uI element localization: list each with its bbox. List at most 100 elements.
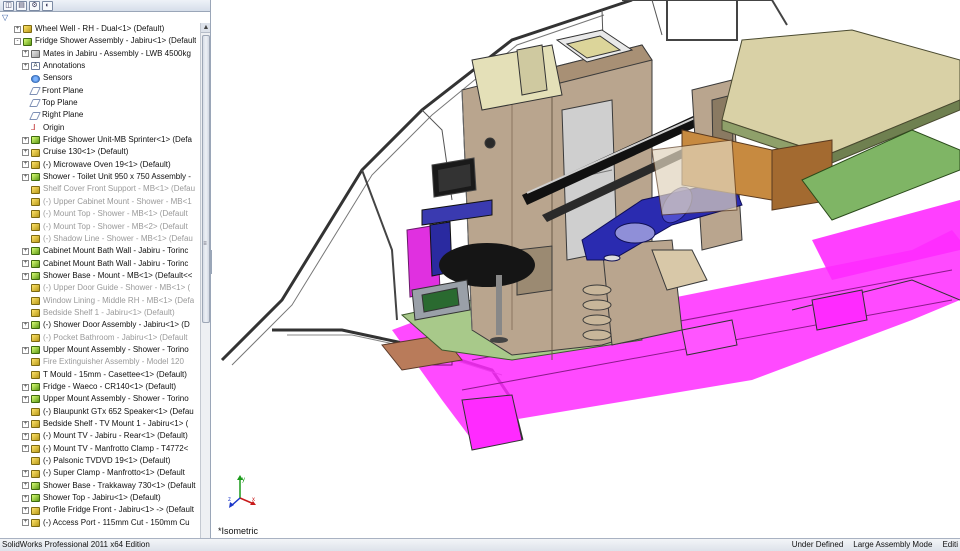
tree-item[interactable]: (-) Pocket Bathroom - Jabiru<1> (Default: [0, 332, 200, 344]
expand-icon[interactable]: +: [22, 507, 29, 515]
asm-icon: [31, 259, 40, 268]
tree-item[interactable]: + Upper Mount Assembly - Shower - Torino: [0, 393, 200, 405]
tree-item[interactable]: + Shower - Toilet Unit 950 x 750 Assembly…: [0, 171, 200, 183]
property-manager-tab[interactable]: ▤: [16, 1, 27, 11]
model-3d-view[interactable]: [212, 0, 960, 538]
tree-item-label: T Mould - 15mm - Casettee<1> (Default): [43, 369, 187, 379]
expand-icon[interactable]: +: [14, 25, 21, 33]
tree-item[interactable]: (-) Mount Top - Shower - MB<1> (Default: [0, 208, 200, 220]
part-icon: [31, 222, 40, 231]
expand-icon[interactable]: +: [22, 445, 29, 453]
expand-icon[interactable]: +: [22, 470, 29, 478]
tree-item[interactable]: + Cabinet Mount Bath Wall - Jabiru - Tori…: [0, 245, 200, 257]
tree-item[interactable]: + (-) Mount TV - Jabiru - Rear<1> (Defaul…: [0, 430, 200, 442]
feature-manager-tab[interactable]: ◫: [3, 1, 14, 11]
tree-item[interactable]: + (-) Mount TV - Manfrotto Clamp - T4772<: [0, 443, 200, 455]
tree-item[interactable]: Shelf Cover Front Support - MB<1> (Defau: [0, 183, 200, 195]
tree-item[interactable]: Bedside Shelf 1 - Jabiru<1> (Default): [0, 307, 200, 319]
tree-item[interactable]: (-) Upper Door Guide - Shower - MB<1> (: [0, 282, 200, 294]
tree-item[interactable]: + (-) Super Clamp - Manfrotto<1> (Default: [0, 467, 200, 479]
graphics-viewport[interactable]: y x z *Isometric: [212, 0, 960, 538]
tree-item-label: Front Plane: [42, 85, 84, 95]
tree-item[interactable]: (-) Mount Top - Shower - MB<2> (Default: [0, 221, 200, 233]
scrollbar-grip-icon: ≡: [203, 241, 207, 247]
collapse-icon[interactable]: -: [14, 38, 21, 46]
expand-icon[interactable]: +: [22, 383, 29, 391]
tree-item-label: Fridge - Waeco - CR140<1> (Default): [43, 381, 177, 391]
tree-scrollbar[interactable]: ▲ ≡: [200, 23, 210, 538]
annot-icon: A: [31, 62, 40, 71]
part-icon: [31, 444, 40, 453]
tree-item[interactable]: T Mould - 15mm - Casettee<1> (Default): [0, 369, 200, 381]
scroll-up-arrow-icon[interactable]: ▲: [201, 23, 210, 33]
expand-icon[interactable]: +: [22, 62, 29, 70]
tree-item[interactable]: (-) Upper Cabinet Mount - Shower - MB<1: [0, 196, 200, 208]
expand-icon[interactable]: +: [22, 346, 29, 354]
expand-icon[interactable]: +: [22, 482, 29, 490]
tree-item[interactable]: (-) Blaupunkt GTx 652 Speaker<1> (Defau: [0, 406, 200, 418]
tree-item[interactable]: + Shower Top - Jabiru<1> (Default): [0, 492, 200, 504]
tree-item[interactable]: (-) Palsonic TVDVD 19<1> (Default): [0, 455, 200, 467]
expand-icon[interactable]: +: [22, 433, 29, 441]
appearance-manager-tab[interactable]: ◐: [42, 1, 53, 11]
tree-item[interactable]: ⅃ Origin: [0, 122, 200, 134]
tree-item[interactable]: + Upper Mount Assembly - Shower - Torino: [0, 344, 200, 356]
expand-icon[interactable]: +: [22, 494, 29, 502]
tree-item[interactable]: + Fridge - Waeco - CR140<1> (Default): [0, 381, 200, 393]
tree-item[interactable]: Window Lining - Middle RH - MB<1> (Defa: [0, 295, 200, 307]
editing-status: Editi: [942, 540, 958, 549]
scrollbar-thumb[interactable]: [202, 35, 210, 323]
asm-icon: [31, 481, 40, 490]
expand-icon[interactable]: +: [22, 272, 29, 280]
expand-icon[interactable]: +: [22, 395, 29, 403]
tree-item[interactable]: Sensors: [0, 72, 200, 84]
tree-item[interactable]: Top Plane: [0, 97, 200, 109]
tree-item[interactable]: + Shower Base - Trakkaway 730<1> (Default: [0, 480, 200, 492]
tree-item-label: Shelf Cover Front Support - MB<1> (Defau: [43, 184, 196, 194]
tree-item[interactable]: + A Annotations: [0, 60, 200, 72]
tree-item[interactable]: + Profile Fridge Front - Jabiru<1> -> (De…: [0, 504, 200, 516]
tree-item-label: (-) Microwave Oven 19<1> (Default): [43, 159, 171, 169]
tree-item[interactable]: + Bedside Shelf - TV Mount 1 - Jabiru<1> …: [0, 418, 200, 430]
axis-triad: y x z: [228, 475, 256, 508]
tree-item[interactable]: + (-) Microwave Oven 19<1> (Default): [0, 159, 200, 171]
tree-item-label: (-) Shadow Line - Shower - MB<1> (Defau: [43, 233, 193, 243]
tree-item-label: Wheel Well - RH - Dual<1> (Default): [35, 24, 165, 33]
tree-item[interactable]: + Shower Base - Mount - MB<1> (Default<<: [0, 270, 200, 282]
expand-icon[interactable]: +: [22, 136, 29, 144]
tree-item[interactable]: + (-) Shower Door Assembly - Jabiru<1> (D: [0, 319, 200, 331]
part-icon: [31, 185, 40, 194]
tree-item[interactable]: + Cruise 130<1> (Default): [0, 146, 200, 158]
tree-item[interactable]: Right Plane: [0, 109, 200, 121]
tree-item[interactable]: + Wheel Well - RH - Dual<1> (Default): [0, 23, 200, 35]
expand-icon[interactable]: +: [22, 50, 29, 58]
tree-item[interactable]: + Mates in Jabiru - Assembly - LWB 4500kg: [0, 48, 200, 60]
tree-item[interactable]: Front Plane: [0, 85, 200, 97]
expand-icon[interactable]: +: [22, 149, 29, 157]
expand-icon[interactable]: +: [22, 519, 29, 527]
tree-item[interactable]: + (-) Access Port - 115mm Cut - 150mm Cu: [0, 517, 200, 529]
configuration-manager-tab[interactable]: ⚙: [29, 1, 40, 11]
expand-icon[interactable]: +: [22, 247, 29, 255]
asm-icon: [31, 346, 40, 355]
tree-item-label: Annotations: [43, 61, 86, 71]
tree-item[interactable]: (-) Shadow Line - Shower - MB<1> (Defau: [0, 233, 200, 245]
tree-item[interactable]: + Cabinet Mount Bath Wall - Jabiru - Tori…: [0, 258, 200, 270]
tree-item-label: Upper Mount Assembly - Shower - Torino: [43, 394, 189, 404]
tree-item-label: (-) Shower Door Assembly - Jabiru<1> (D: [43, 320, 190, 330]
expand-icon[interactable]: +: [22, 321, 29, 329]
expand-icon[interactable]: +: [22, 161, 29, 169]
expand-icon[interactable]: +: [22, 173, 29, 181]
tree-item-label: Top Plane: [42, 98, 78, 108]
expand-icon[interactable]: +: [22, 420, 29, 428]
tree-item[interactable]: - Fridge Shower Assembly - Jabiru<1> (Def…: [0, 35, 200, 47]
tree-item[interactable]: Fire Extinguisher Assembly - Model 120: [0, 356, 200, 368]
part-icon: [31, 197, 40, 206]
tree-filter-icon[interactable]: ▽: [0, 12, 210, 23]
expand-icon[interactable]: +: [22, 260, 29, 268]
tree-item[interactable]: + Fridge Shower Unit-MB Sprinter<1> (Defa: [0, 134, 200, 146]
mates-icon: [31, 49, 40, 58]
